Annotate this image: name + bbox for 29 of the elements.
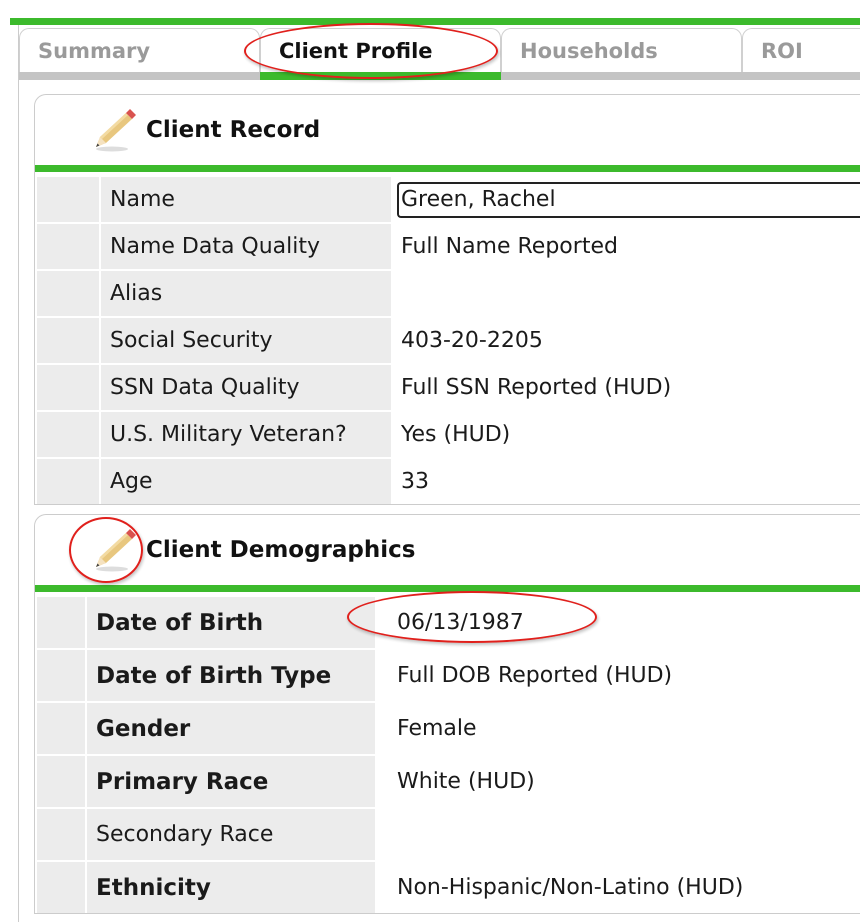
field-value: 06/13/1987 <box>397 610 524 635</box>
field-label: Date of Birth Type <box>87 650 375 701</box>
field-label: Ethnicity <box>87 862 375 913</box>
field-value: Non-Hispanic/Non-Latino (HUD) <box>397 875 744 900</box>
field-label: SSN Data Quality <box>101 365 391 410</box>
field-label: Age <box>101 459 391 504</box>
field-label: Name <box>101 177 391 222</box>
field-value: 403-20-2205 <box>401 328 543 353</box>
field-value: White (HUD) <box>397 769 535 794</box>
field-value: Full DOB Reported (HUD) <box>397 663 672 688</box>
field-value: Yes (HUD) <box>401 422 510 447</box>
field-value: Full Name Reported <box>401 234 618 259</box>
field-label: Alias <box>101 271 391 316</box>
field-value: Full SSN Reported (HUD) <box>401 375 672 400</box>
tab[interactable]: Summary <box>19 28 260 72</box>
field-label: Gender <box>87 703 375 754</box>
field-value: Female <box>397 716 477 741</box>
field-label: Name Data Quality <box>101 224 391 269</box>
field-label: Secondary Race <box>87 809 375 860</box>
name-field[interactable]: Green, Rachel <box>397 182 860 218</box>
field-value: 33 <box>401 469 429 494</box>
field-label: U.S. Military Veteran? <box>101 412 391 457</box>
field-label: Primary Race <box>87 756 375 807</box>
field-label: Date of Birth <box>87 597 375 648</box>
tab[interactable]: ROI <box>742 28 860 72</box>
section-title: Client Record <box>146 117 320 143</box>
tab[interactable]: Households <box>501 28 742 72</box>
field-label: Social Security <box>101 318 391 363</box>
section-title: Client Demographics <box>146 537 416 563</box>
